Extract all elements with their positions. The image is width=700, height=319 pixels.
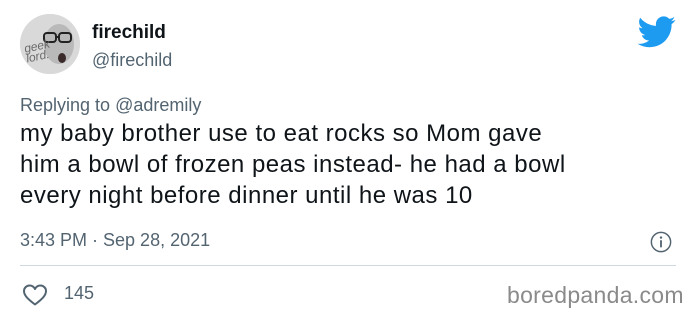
heart-icon[interactable]	[22, 283, 48, 307]
info-icon[interactable]	[650, 231, 672, 253]
tweet-text-line: my baby brother use to eat rocks so Mom …	[20, 120, 543, 147]
replying-to: Replying to @adremily	[20, 95, 201, 116]
avatar-logo-text: geek lord.	[22, 36, 52, 66]
watermark: boredpanda.com	[507, 282, 684, 308]
tweet-timestamp[interactable]: 3:43 PM · Sep 28, 2021	[20, 230, 210, 251]
divider	[20, 265, 676, 266]
tweet-text-line: every night before dinner until he was 1…	[20, 182, 473, 209]
avatar[interactable]: geek lord.	[20, 14, 80, 74]
replying-mention-link[interactable]: @adremily	[115, 95, 201, 115]
user-handle[interactable]: @firechild	[92, 50, 172, 71]
display-name[interactable]: firechild	[92, 22, 166, 44]
tweet-text: my baby brother use to eat rocks so Mom …	[20, 118, 670, 211]
like-count: 145	[64, 283, 95, 303]
twitter-bird-icon	[638, 16, 676, 48]
tweet-text-line: him a bowl of frozen peas instead- he ha…	[20, 151, 566, 178]
replying-prefix: Replying to	[20, 95, 111, 115]
